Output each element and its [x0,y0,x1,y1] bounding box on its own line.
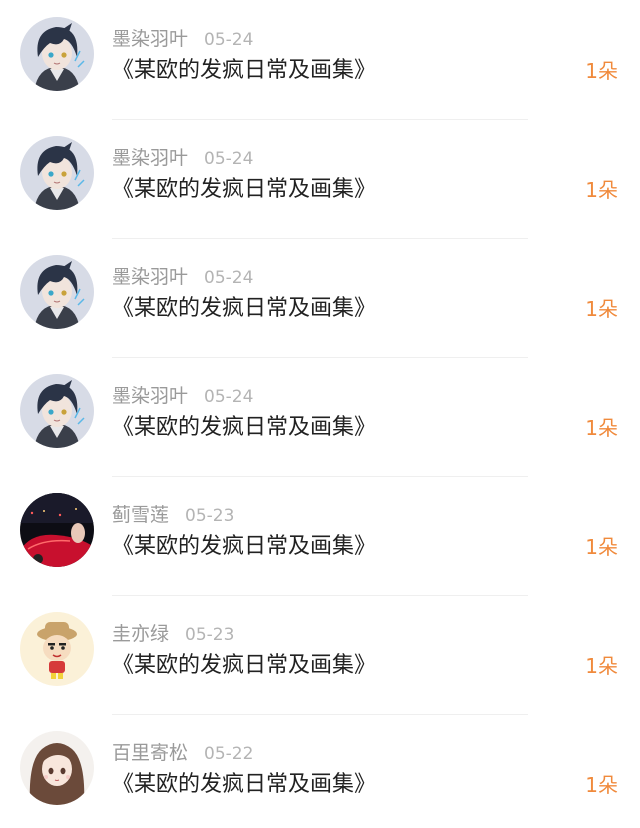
anime-girl-brown-hair-icon[interactable] [20,731,94,805]
item-meta: 墨染羽叶 05-24 [112,383,253,409]
flower-count: 1朵 [585,535,618,559]
item-meta: 墨染羽叶 05-24 [112,264,253,290]
sent-date: 05-24 [204,149,254,169]
work-title[interactable]: 《某欧的发疯日常及画集》 [112,413,376,443]
list-item[interactable]: 墨染羽叶 05-24 《某欧的发疯日常及画集》 1朵 [0,238,640,358]
sent-date: 05-23 [185,506,235,526]
sender-name[interactable]: 蓟雪莲 [112,504,169,526]
flower-gift-list: 墨染羽叶05-24 《某欧的发疯日常及画集》 1朵 墨染羽叶05-24 《某 [0,0,640,828]
flower-count: 1朵 [585,178,618,202]
list-item[interactable]: 圭亦绿 05-23 《某欧的发疯日常及画集》 1朵 [0,595,640,715]
flower-count: 1朵 [585,773,618,797]
list-item[interactable]: 墨染羽叶 05-24 《某欧的发疯日常及画集》 1朵 [0,357,640,477]
work-title[interactable]: 《某欧的发疯日常及画集》 [112,770,376,800]
sent-date: 05-24 [204,387,254,407]
sent-date: 05-23 [185,625,235,645]
item-meta: 墨染羽叶 05-24 [112,145,253,171]
work-title[interactable]: 《某欧的发疯日常及画集》 [112,651,376,681]
anime-avatar-blue-hair-icon[interactable] [20,136,94,210]
cartoon-boy-hat-icon[interactable] [20,612,94,686]
sent-date: 05-24 [204,30,254,50]
sender-name[interactable]: 墨染羽叶 [112,28,188,50]
work-title[interactable]: 《某欧的发疯日常及画集》 [112,532,376,562]
item-meta: 圭亦绿 05-23 [112,621,234,647]
work-title[interactable]: 《某欧的发疯日常及画集》 [112,175,376,205]
flower-count: 1朵 [585,416,618,440]
sender-name[interactable]: 百里寄松 [112,742,188,764]
item-meta: 百里寄松 05-22 [112,740,253,766]
list-item[interactable]: 蓟雪莲 05-23 《某欧的发疯日常及画集》 1朵 [0,476,640,596]
sender-name[interactable]: 墨染羽叶 [112,385,188,407]
flower-count: 1朵 [585,297,618,321]
list-item[interactable]: 墨染羽叶 05-24 《某欧的发疯日常及画集》 1朵 [0,0,640,120]
list-item[interactable]: 百里寄松 05-22 《某欧的发疯日常及画集》 1朵 [0,714,640,828]
flower-count: 1朵 [585,654,618,678]
sender-name[interactable]: 圭亦绿 [112,623,169,645]
flower-count: 1朵 [585,59,618,83]
sender-name[interactable]: 墨染羽叶 [112,266,188,288]
item-meta: 蓟雪莲 05-23 [112,502,234,528]
sent-date: 05-24 [204,268,254,288]
anime-avatar-blue-hair-icon[interactable] [20,255,94,329]
red-car-night-photo-icon[interactable] [20,493,94,567]
list-item[interactable]: 墨染羽叶 05-24 《某欧的发疯日常及画集》 1朵 [0,119,640,239]
work-title[interactable]: 《某欧的发疯日常及画集》 [112,56,376,86]
sent-date: 05-22 [204,744,254,764]
anime-avatar-blue-hair-icon[interactable] [20,374,94,448]
sender-name[interactable]: 墨染羽叶 [112,147,188,169]
anime-avatar-blue-hair-icon[interactable] [20,17,94,91]
item-meta: 墨染羽叶 05-24 [112,26,253,52]
work-title[interactable]: 《某欧的发疯日常及画集》 [112,294,376,324]
